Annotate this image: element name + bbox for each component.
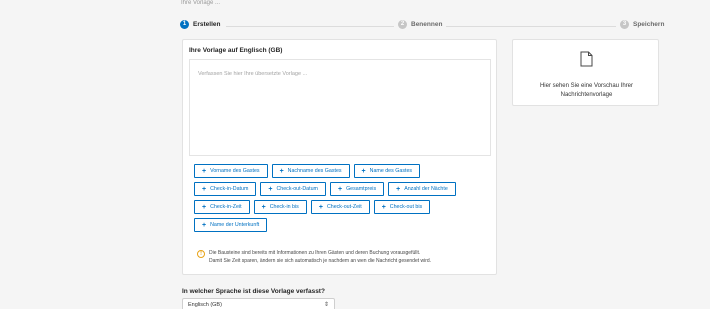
chip-label: Name des Gastes <box>369 168 413 174</box>
plus-icon: + <box>202 185 207 193</box>
chip-guest-firstname[interactable]: + Vorname des Gastes <box>194 164 268 178</box>
step-label: Speichern <box>633 21 665 28</box>
step-connector <box>446 25 616 27</box>
info-icon: ! <box>197 250 205 258</box>
info-text: Die Bausteine sind bereits mit Informati… <box>209 249 431 265</box>
template-textarea[interactable]: Verfassen Sie hier Ihre übersetzte Vorla… <box>189 59 491 156</box>
info-line: Damit Sie Zeit sparen, ändern sie sich a… <box>209 258 432 264</box>
chip-checkin-date[interactable]: + Check-in-Datum <box>194 182 257 196</box>
chip-label: Check-out bis <box>389 204 423 210</box>
chip-nights[interactable]: + Anzahl der Nächte <box>388 182 456 196</box>
chip-row: + Vorname des Gastes + Nachname des Gastes… <box>194 164 489 178</box>
chip-checkout-date[interactable]: + Check-out-Datum <box>260 182 326 196</box>
step-save[interactable]: 3 Speichern <box>620 20 664 29</box>
plus-icon: + <box>261 203 266 211</box>
chip-row: + Check-in-Zeit + Check-in bis + Check-out-… <box>194 200 489 214</box>
preview-text: Hier sehen Sie eine Vorschau Ihrer Nachr… <box>539 83 634 98</box>
chip-guest-lastname[interactable]: + Nachname des Gastes <box>271 164 350 178</box>
step-create[interactable]: 1 Erstellen <box>180 20 220 29</box>
step-name[interactable]: 2 Benennen <box>398 20 442 29</box>
chip-checkout-until[interactable]: + Check-out bis <box>373 200 431 214</box>
info-line: Die Bausteine sind bereits mit Informati… <box>209 250 421 256</box>
chip-label: Vorname des Gastes <box>210 168 260 174</box>
chip-label: Check-in-Zeit <box>210 204 242 210</box>
chip-property-name[interactable]: + Name der Unterkunft <box>194 218 268 232</box>
chip-row: + Check-in-Datum + Check-out-Datum + Gesamt… <box>194 182 489 196</box>
chip-label: Nachname des Gastes <box>287 168 342 174</box>
info-note: ! Die Bausteine sind bereits mit Informa… <box>197 249 487 265</box>
step-connector <box>226 25 394 27</box>
chip-checkin-time[interactable]: + Check-in-Zeit <box>194 200 250 214</box>
placeholder-chips: + Vorname des Gastes + Nachname des Gastes… <box>194 164 489 236</box>
preview-card: Hier sehen Sie eine Vorschau Ihrer Nachr… <box>512 39 659 106</box>
chip-label: Name der Unterkunft <box>210 222 260 228</box>
chip-total-price[interactable]: + Gesamtpreis <box>329 182 385 196</box>
document-icon <box>580 51 593 67</box>
stepper: 1 Erstellen 2 Benennen 3 Speichern <box>180 20 668 32</box>
chip-guest-name[interactable]: + Name des Gastes <box>353 164 421 178</box>
editor-title: Ihre Vorlage auf Englisch (GB) <box>189 47 283 54</box>
chip-row: + Name der Unterkunft <box>194 218 489 232</box>
step-number: 3 <box>620 20 629 29</box>
plus-icon: + <box>361 167 366 175</box>
cutoff-heading: Ihre Vorlage ... <box>181 0 221 6</box>
chip-checkin-until[interactable]: + Check-in bis <box>253 200 307 214</box>
plus-icon: + <box>279 167 284 175</box>
textarea-placeholder: Verfassen Sie hier Ihre übersetzte Vorla… <box>198 71 308 77</box>
chip-label: Check-out-Zeit <box>326 204 362 210</box>
plus-icon: + <box>202 167 207 175</box>
chip-label: Anzahl der Nächte <box>404 186 448 192</box>
step-number: 1 <box>180 20 189 29</box>
chip-label: Check-in bis <box>269 204 299 210</box>
chevron-updown-icon: ⇕ <box>323 302 329 308</box>
language-value: Englisch (GB) <box>188 302 222 308</box>
chip-checkout-time[interactable]: + Check-out-Zeit <box>310 200 370 214</box>
step-label: Benennen <box>411 21 443 28</box>
chip-label: Check-out-Datum <box>276 186 318 192</box>
step-label: Erstellen <box>193 21 221 28</box>
language-question: In welcher Sprache ist diese Vorlage ver… <box>182 288 325 295</box>
chip-label: Gesamtpreis <box>346 186 377 192</box>
language-select[interactable]: Englisch (GB) ⇕ <box>182 298 335 309</box>
step-number: 2 <box>398 20 407 29</box>
chip-label: Check-in-Datum <box>210 186 249 192</box>
plus-icon: + <box>202 221 207 229</box>
plus-icon: + <box>202 203 207 211</box>
plus-icon: + <box>396 185 401 193</box>
plus-icon: + <box>268 185 273 193</box>
template-editor-card: Ihre Vorlage auf Englisch (GB) Verfassen… <box>182 39 497 275</box>
plus-icon: + <box>318 203 323 211</box>
plus-icon: + <box>337 185 343 193</box>
plus-icon: + <box>381 203 386 211</box>
